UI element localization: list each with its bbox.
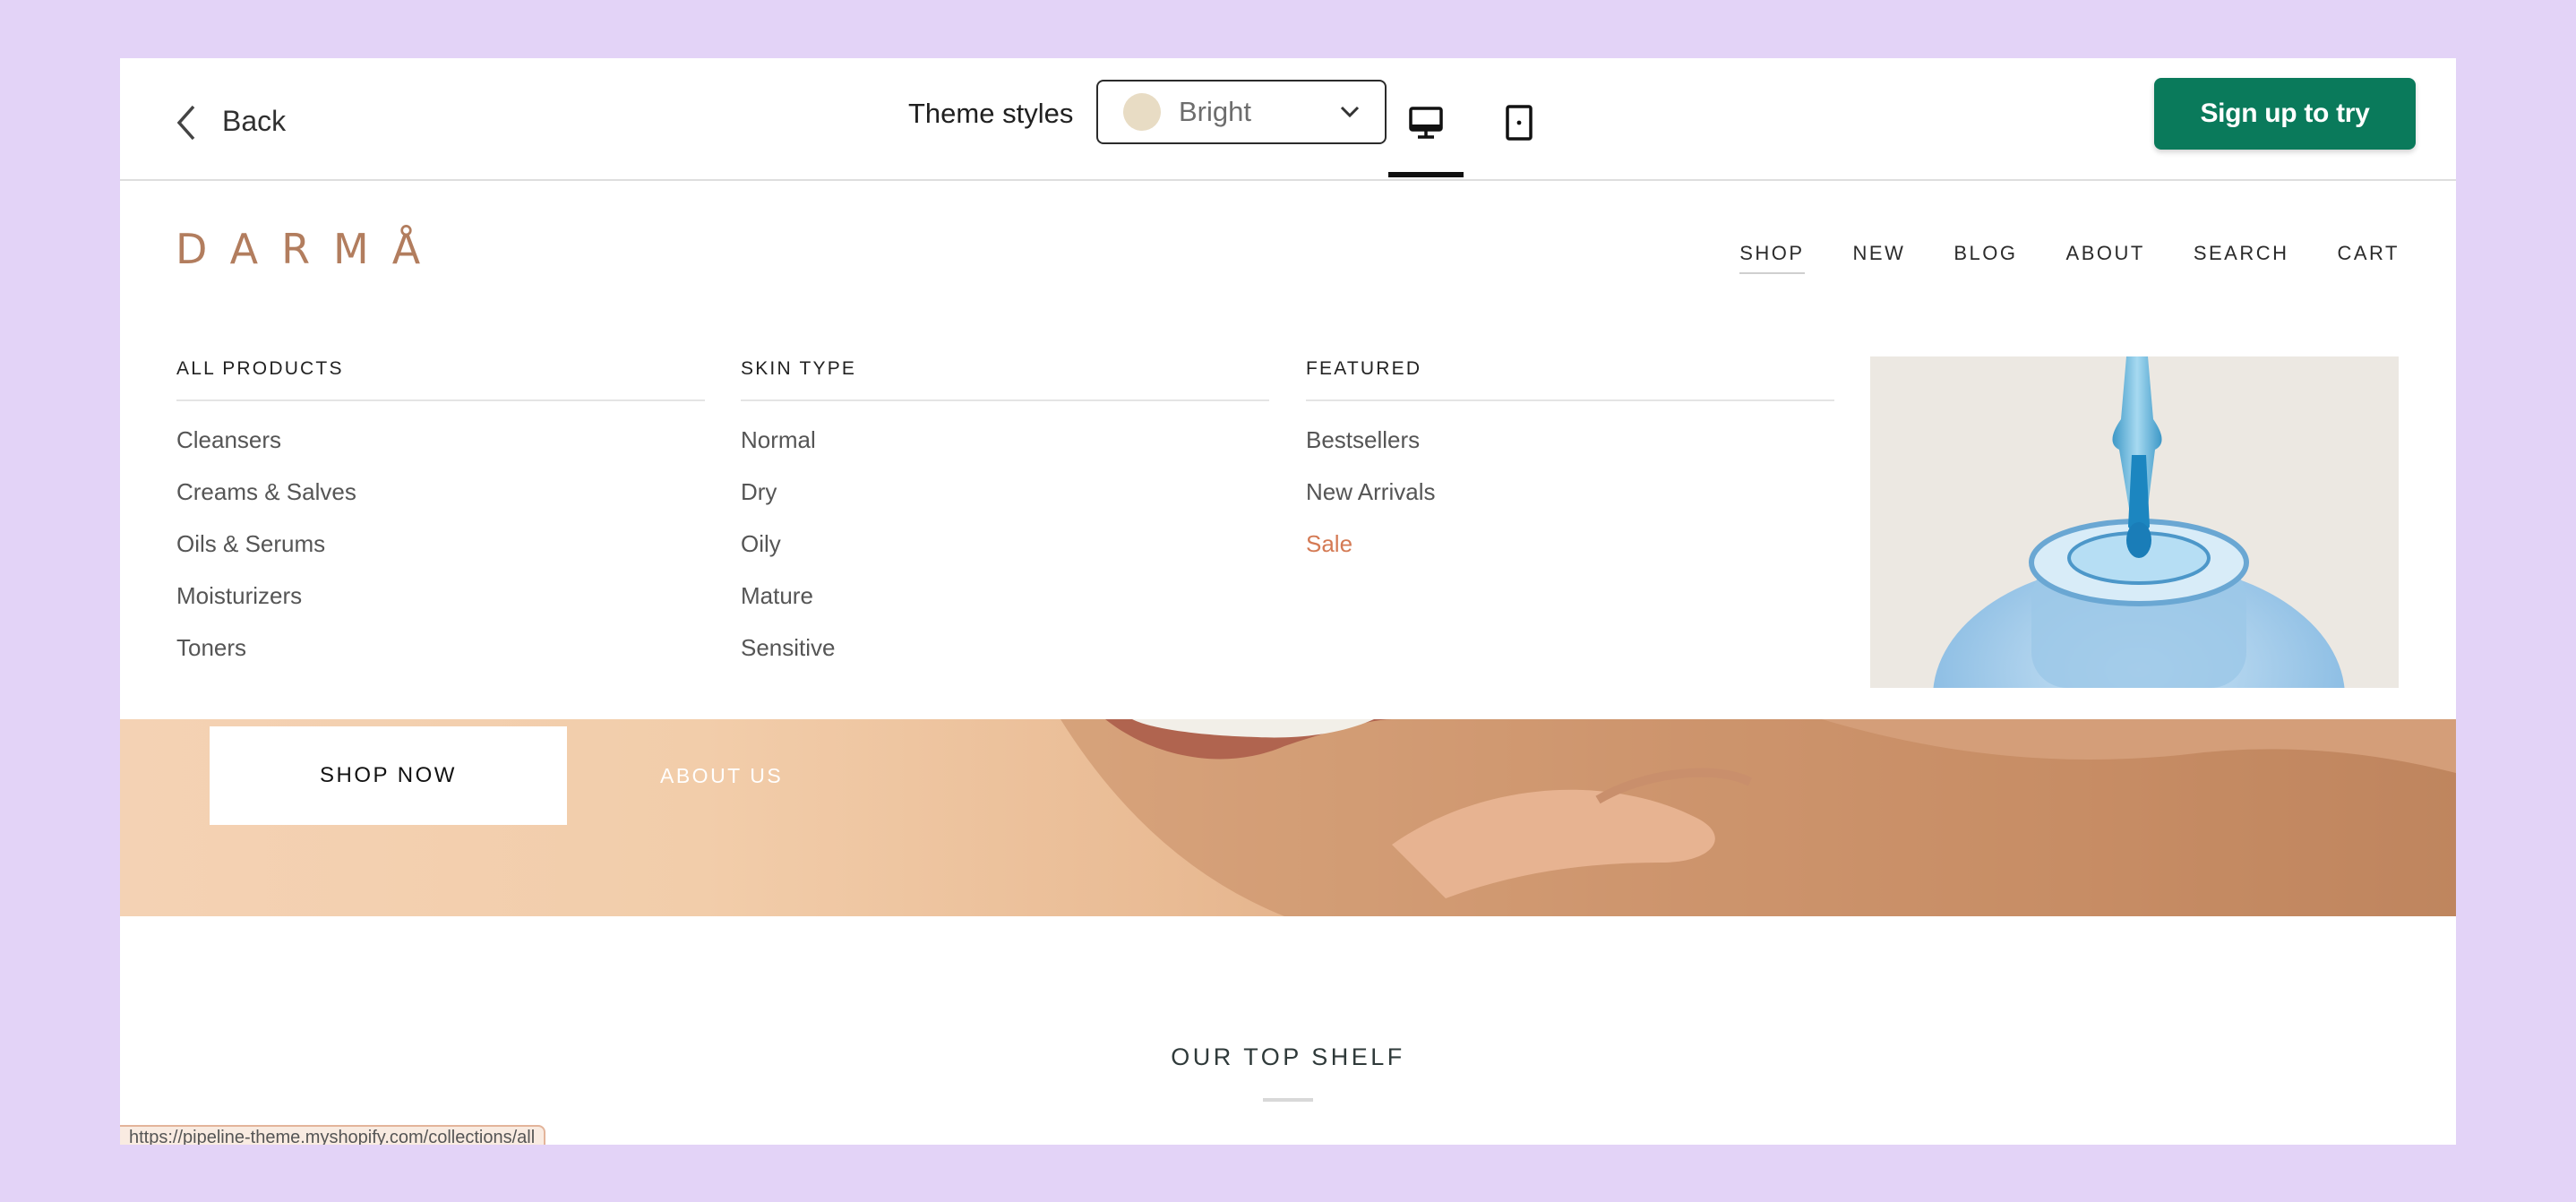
logo-text: DARMÅ: [176, 225, 444, 273]
menu-link[interactable]: Oils & Serums: [176, 530, 705, 557]
nav-cart[interactable]: CART: [2338, 242, 2400, 272]
chevron-left-icon: [176, 105, 195, 141]
nav-search[interactable]: SEARCH: [2194, 242, 2289, 272]
theme-style-select[interactable]: Bright: [1096, 80, 1387, 144]
hero-banner: SHOP NOW ABOUT US: [120, 719, 2456, 916]
theme-color-swatch: [1123, 93, 1161, 131]
main-nav: SHOP NEW BLOG ABOUT SEARCH CART: [1739, 242, 2400, 274]
sign-up-button[interactable]: Sign up to try: [2154, 78, 2416, 150]
menu-link[interactable]: Mature: [741, 582, 1269, 609]
back-label: Back: [222, 104, 287, 137]
section-divider: [1263, 1098, 1313, 1102]
preview-frame: Back Theme styles Bright Sign up to try …: [120, 58, 2456, 1145]
menu-link[interactable]: Oily: [741, 530, 1269, 557]
menu-column-all-products: ALL PRODUCTS Cleansers Creams & Salves O…: [176, 358, 705, 661]
nav-new[interactable]: NEW: [1853, 242, 1906, 272]
menu-link[interactable]: Moisturizers: [176, 582, 705, 609]
menu-link[interactable]: Cleansers: [176, 426, 705, 453]
status-bar-url: https://pipeline-theme.myshopify.com/col…: [120, 1125, 546, 1145]
desktop-icon[interactable]: [1408, 105, 1444, 141]
menu-link[interactable]: Dry: [741, 478, 1269, 505]
menu-link[interactable]: Normal: [741, 426, 1269, 453]
serum-dropper-illustration: [1870, 356, 2399, 688]
menu-link[interactable]: Bestsellers: [1306, 426, 1834, 453]
nav-blog[interactable]: BLOG: [1953, 242, 2017, 272]
menu-link[interactable]: New Arrivals: [1306, 478, 1834, 505]
section-title: OUR TOP SHELF: [1171, 1043, 1405, 1070]
theme-styles-label: Theme styles: [908, 98, 1074, 129]
nav-shop[interactable]: SHOP: [1739, 242, 1805, 274]
nav-about[interactable]: ABOUT: [2066, 242, 2145, 272]
menu-column-heading: SKIN TYPE: [741, 358, 1269, 401]
active-device-indicator: [1388, 172, 1464, 177]
about-us-link[interactable]: ABOUT US: [660, 764, 783, 788]
preview-toolbar: Back Theme styles Bright Sign up to try: [120, 58, 2456, 181]
menu-link-sale[interactable]: Sale: [1306, 530, 1834, 557]
chevron-down-icon: [1340, 106, 1360, 118]
store-logo[interactable]: DARMÅ: [176, 225, 443, 279]
menu-link[interactable]: Toners: [176, 634, 705, 661]
back-button[interactable]: Back: [174, 94, 286, 148]
featured-product-image[interactable]: [1870, 356, 2399, 688]
menu-column-featured: FEATURED Bestsellers New Arrivals Sale: [1306, 358, 1834, 557]
menu-column-heading: FEATURED: [1306, 358, 1834, 401]
menu-column-skin-type: SKIN TYPE Normal Dry Oily Mature Sensiti…: [741, 358, 1269, 661]
menu-column-heading: ALL PRODUCTS: [176, 358, 705, 401]
menu-link[interactable]: Sensitive: [741, 634, 1269, 661]
shop-now-button[interactable]: SHOP NOW: [210, 726, 567, 825]
tablet-icon[interactable]: [1501, 105, 1537, 141]
theme-style-value: Bright: [1179, 96, 1251, 127]
menu-link[interactable]: Creams & Salves: [176, 478, 705, 505]
